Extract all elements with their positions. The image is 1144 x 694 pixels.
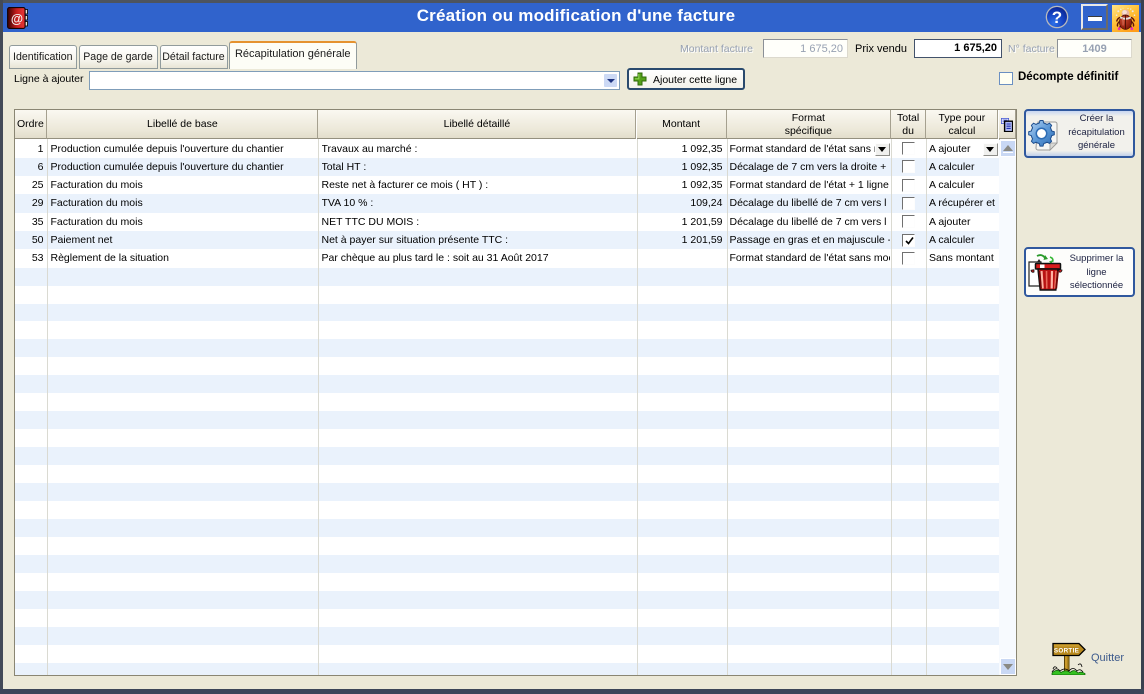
svg-text:@: @	[11, 11, 23, 25]
svg-text:SORTIE: SORTIE	[1054, 648, 1079, 655]
svg-text:?: ?	[1052, 8, 1062, 27]
